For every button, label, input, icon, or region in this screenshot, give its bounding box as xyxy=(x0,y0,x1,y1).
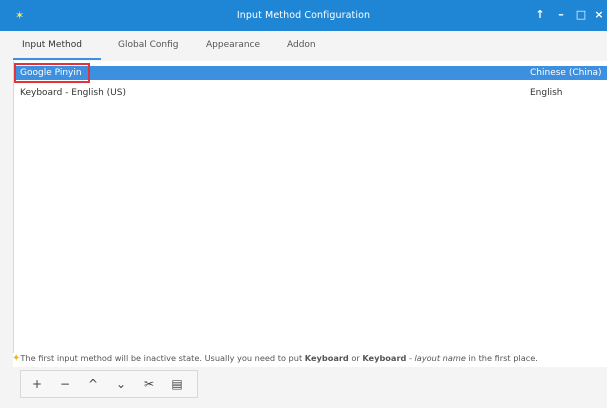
add-button[interactable]: + xyxy=(25,371,49,397)
hint-part: The first input method will be inactive … xyxy=(20,353,305,363)
keep-above-button[interactable]: ↑ xyxy=(533,8,547,22)
list-toolbar: + − ^ ⌄ ✂ ▤ xyxy=(20,370,198,398)
move-down-button[interactable]: ⌄ xyxy=(109,371,133,397)
keyboard-layout-button[interactable]: ▤ xyxy=(165,371,189,397)
hint-part: - xyxy=(406,353,415,363)
hint-italic: layout name xyxy=(414,353,466,363)
tab-appearance[interactable]: Appearance xyxy=(206,40,260,50)
hint-bold: Keyboard xyxy=(304,353,349,363)
list-item[interactable]: Google Pinyin Chinese (China) xyxy=(14,66,607,80)
tab-input-method[interactable]: Input Method xyxy=(22,40,82,50)
close-button[interactable]: × xyxy=(592,8,606,22)
active-tab-indicator xyxy=(13,58,101,60)
title-bar: ✶ Input Method Configuration ↑ – □ × xyxy=(0,0,607,31)
tab-addon[interactable]: Addon xyxy=(287,40,316,50)
remove-button[interactable]: − xyxy=(53,371,77,397)
input-method-language: Chinese (China) xyxy=(530,68,602,78)
minimize-button[interactable]: – xyxy=(554,8,568,22)
move-up-button[interactable]: ^ xyxy=(81,371,105,397)
tab-bar: Input Method Global Config Appearance Ad… xyxy=(0,31,607,62)
input-method-language: English xyxy=(530,88,563,98)
hint-part: in the first place. xyxy=(465,353,538,363)
tab-global-config[interactable]: Global Config xyxy=(118,40,178,50)
maximize-button[interactable]: □ xyxy=(574,8,588,22)
configure-button[interactable]: ✂ xyxy=(137,371,161,397)
hint-text: ✦The first input method will be inactive… xyxy=(12,353,607,367)
window-title: Input Method Configuration xyxy=(236,10,371,21)
list-item[interactable]: Keyboard - English (US) English xyxy=(14,86,607,100)
selection-highlight-box xyxy=(14,63,90,83)
hint-bold: Keyboard xyxy=(362,353,407,363)
input-method-name: Keyboard - English (US) xyxy=(20,88,126,98)
input-method-list: Google Pinyin Chinese (China) Keyboard -… xyxy=(13,61,607,353)
hint-part: or xyxy=(348,353,363,363)
